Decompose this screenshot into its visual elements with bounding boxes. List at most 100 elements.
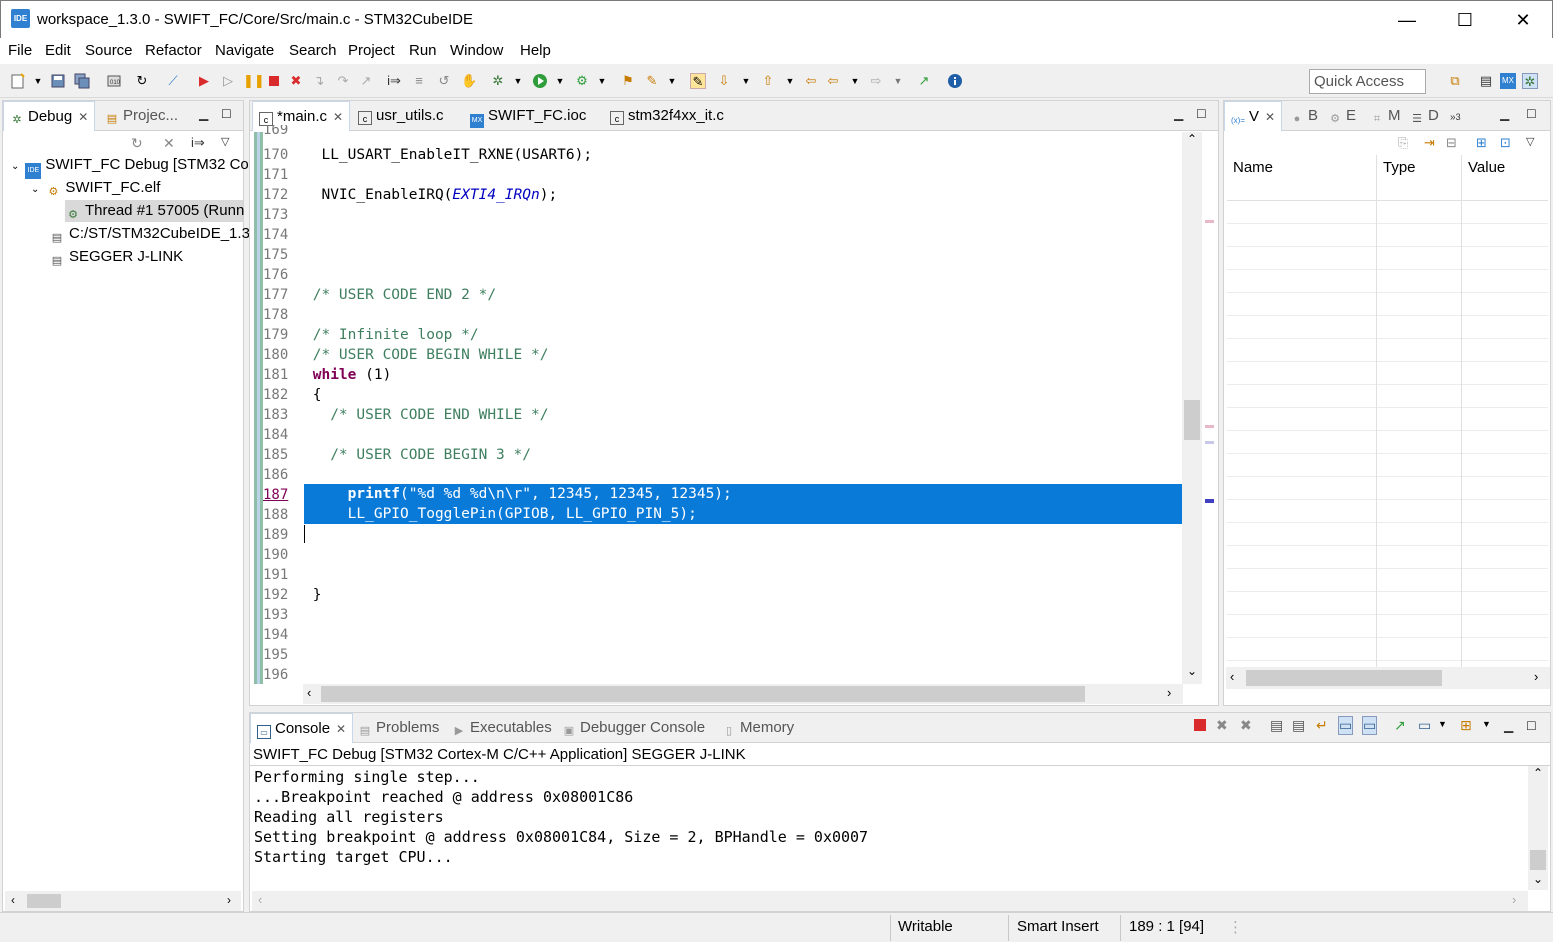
chevron-down-icon[interactable]: ⌄ (11, 161, 19, 172)
console-vertical-scrollbar[interactable]: ⌃ ⌄ (1528, 766, 1548, 890)
tab-modules[interactable]: ⌗ M (1364, 101, 1407, 131)
new-icon[interactable] (10, 73, 26, 89)
quick-access-input[interactable]: Quick Access (1309, 69, 1426, 94)
maximize-view-icon[interactable]: ☐ (221, 107, 232, 121)
close-icon[interactable]: ✕ (333, 110, 343, 124)
save-all-icon[interactable] (74, 73, 90, 89)
clear-console-icon[interactable]: ▤ (1270, 717, 1283, 734)
tree-item-launch[interactable]: ⌄ IDE SWIFT_FC Debug [STM32 Co (11, 154, 249, 179)
scrollbar-thumb[interactable] (1184, 400, 1200, 440)
hand-icon[interactable]: ✋ (461, 73, 477, 89)
step-into-icon[interactable]: ↴ (311, 73, 327, 89)
chevron-down-icon[interactable]: ▼ (1482, 719, 1491, 729)
tab-console[interactable]: ▭ Console ✕ (250, 713, 354, 743)
skip-breakpoints-icon[interactable]: ⟋ (165, 73, 181, 89)
prev-annotation-icon[interactable]: ⇧ (760, 73, 776, 89)
chevron-up-icon[interactable]: ⌃ (1187, 132, 1197, 146)
chevron-down-icon[interactable]: ▼ (510, 73, 526, 89)
show-on-stdout-icon[interactable]: ▭ (1338, 716, 1354, 735)
view-menu-icon[interactable]: ▽ (221, 135, 229, 148)
tree-item-segger[interactable]: ▤ SEGGER J-LINK (49, 246, 183, 268)
remove-all-icon[interactable]: ✕ (163, 135, 175, 152)
external-tools-icon[interactable]: ⚙ (574, 73, 590, 89)
menu-refactor[interactable]: Refactor (145, 42, 202, 59)
tab-executables[interactable]: ▶ Executables (446, 713, 558, 743)
save-icon[interactable] (50, 73, 66, 89)
column-name[interactable]: Name (1233, 159, 1273, 176)
open-perspective-icon[interactable]: ⧉ (1447, 73, 1463, 89)
tree-item-thread[interactable]: ⚙ Thread #1 57005 (Runn (65, 200, 244, 222)
scrollbar-thumb[interactable] (321, 686, 1085, 702)
chevron-down-icon[interactable]: ⌄ (31, 184, 39, 195)
disconnect-icon[interactable]: ✖ (288, 73, 304, 89)
suspend-icon[interactable]: ❚❚ (243, 73, 265, 89)
mx-perspective-icon[interactable]: MX (1500, 73, 1516, 89)
step-return-icon[interactable]: ↗ (358, 73, 374, 89)
close-icon[interactable]: ✕ (78, 110, 88, 124)
tab-debug[interactable]: ✲ Debug ✕ (3, 101, 96, 131)
debug-config-icon[interactable]: ✲ (490, 73, 506, 89)
menu-run[interactable]: Run (409, 42, 437, 59)
menu-edit[interactable]: Edit (45, 42, 71, 59)
collapse-all-icon[interactable]: ⊟ (1446, 135, 1457, 151)
run-icon[interactable] (532, 73, 548, 89)
tab-overflow[interactable]: »3 (1444, 101, 1467, 131)
pin-editor-icon[interactable]: ↗ (916, 73, 932, 89)
chevron-down-icon[interactable]: ▼ (552, 73, 568, 89)
menu-window[interactable]: Window (450, 42, 503, 59)
pin-console-icon[interactable]: ↗ (1394, 717, 1406, 734)
editor-vertical-scrollbar[interactable]: ⌃ ⌄ (1182, 132, 1202, 684)
menu-file[interactable]: File (8, 42, 32, 59)
scrollbar-thumb[interactable] (1530, 850, 1546, 870)
chevron-up-icon[interactable]: ⌃ (1533, 766, 1543, 780)
close-button[interactable]: ✕ (1494, 1, 1552, 39)
maximize-button[interactable]: ☐ (1436, 1, 1494, 39)
chevron-right-icon[interactable]: › (1512, 892, 1516, 907)
minimize-view-icon[interactable]: ▁ (1174, 107, 1183, 121)
use-step-filters-icon[interactable]: ≡ (411, 73, 427, 89)
chevron-down-icon[interactable]: ▼ (594, 73, 610, 89)
maximize-view-icon[interactable]: ☐ (1526, 719, 1537, 733)
minimize-view-icon[interactable]: ▁ (199, 107, 208, 121)
menu-navigate[interactable]: Navigate (215, 42, 274, 59)
mark-occurrences-icon[interactable]: ✎ (690, 73, 706, 89)
close-icon[interactable]: ✕ (1265, 110, 1275, 124)
minimize-button[interactable]: — (1378, 1, 1436, 39)
chevron-down-icon[interactable]: ▼ (847, 73, 863, 89)
refresh-icon[interactable]: ↻ (134, 73, 150, 89)
chevron-down-icon[interactable]: ▼ (738, 73, 754, 89)
variables-horizontal-scrollbar[interactable]: ‹ › (1226, 667, 1550, 689)
tab-debugger-console[interactable]: ▣ Debugger Console (556, 713, 711, 743)
terminate-icon[interactable] (1194, 719, 1206, 731)
tree-item-elf[interactable]: ⌄ ⚙ SWIFT_FC.elf (31, 177, 160, 199)
chevron-down-icon[interactable]: ▼ (782, 73, 798, 89)
add-global-icon[interactable]: ⊞ (1476, 135, 1487, 151)
scrollbar-thumb[interactable] (1246, 670, 1442, 686)
chevron-down-icon[interactable]: ▼ (30, 73, 46, 89)
chevron-down-icon[interactable]: ▼ (1438, 719, 1447, 729)
maximize-view-icon[interactable]: ☐ (1526, 107, 1537, 121)
step-over-icon[interactable]: ↷ (335, 73, 351, 89)
word-wrap-icon[interactable]: ↵ (1316, 717, 1328, 734)
forward-icon[interactable]: ⇨ (868, 73, 884, 89)
menu-project[interactable]: Project (348, 42, 395, 59)
search-icon[interactable]: ✎ (644, 73, 660, 89)
tab-memory[interactable]: ▯ Memory (716, 713, 800, 743)
resume-icon[interactable]: ▷ (220, 73, 236, 89)
tab-expressions[interactable]: ⚙ E (1322, 101, 1362, 131)
display-console-icon[interactable]: ▭ (1418, 717, 1431, 734)
chevron-down-icon[interactable]: ▼ (664, 73, 680, 89)
view-menu-icon[interactable]: ▽ (1526, 135, 1534, 148)
close-icon[interactable]: ✕ (336, 722, 346, 736)
chevron-left-icon[interactable]: ‹ (11, 893, 15, 907)
chevron-right-icon[interactable]: › (227, 893, 231, 907)
menu-search[interactable]: Search (289, 42, 337, 59)
column-type[interactable]: Type (1383, 159, 1416, 176)
remove-all-launches-icon[interactable]: ✖ (1240, 717, 1252, 734)
remove-launch-icon[interactable]: ✖ (1216, 717, 1228, 734)
build-icon[interactable]: 010 (106, 73, 122, 89)
column-value[interactable]: Value (1468, 159, 1505, 176)
show-logical-icon[interactable]: ⇥ (1424, 135, 1435, 151)
tab-disassembly[interactable]: ☰ D (1404, 101, 1445, 131)
remove-terminated-icon[interactable]: ↻ (131, 135, 143, 152)
